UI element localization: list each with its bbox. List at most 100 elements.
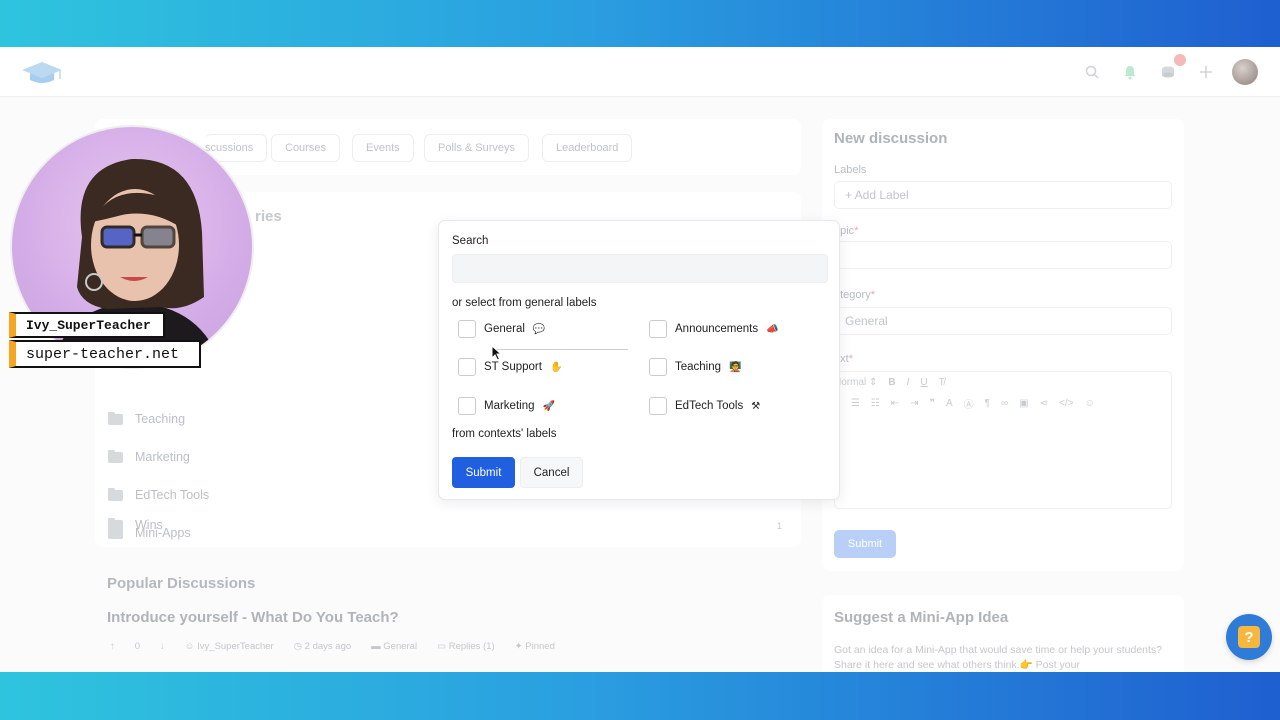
label-option-teaching[interactable]: Teaching 🧑‍🏫 xyxy=(649,358,742,376)
modal-cancel-button[interactable]: Cancel xyxy=(520,457,583,488)
hover-divider xyxy=(493,349,628,350)
checkbox[interactable] xyxy=(649,320,667,338)
category-label: EdTech Tools xyxy=(135,488,210,502)
modal-submit-button[interactable]: Submit xyxy=(452,457,515,488)
folder-icon xyxy=(108,517,123,531)
label-option-announcements[interactable]: Announcements 📣 xyxy=(649,320,779,338)
label-option-edtech-tools[interactable]: EdTech Tools ⚒ xyxy=(649,397,760,415)
label-option-general[interactable]: General 💬 xyxy=(458,320,545,338)
new-discussion-submit-button[interactable]: Submit xyxy=(834,530,896,558)
labels-label: Labels xyxy=(834,164,867,176)
checkbox[interactable] xyxy=(649,358,667,376)
presenter-site: super-teacher.net xyxy=(9,340,201,368)
user-avatar[interactable] xyxy=(1232,59,1258,85)
downvote-icon[interactable]: ↓ xyxy=(160,641,165,652)
bold-icon[interactable]: B xyxy=(888,377,895,388)
new-discussion-card: New discussion Labels + Add Label opic* … xyxy=(822,119,1184,571)
ordered-list-icon[interactable]: ☰ xyxy=(851,398,860,409)
indent-icon[interactable]: ⇥ xyxy=(910,398,918,409)
pinned: ✦ Pinned xyxy=(514,641,555,652)
vote-count: 0 xyxy=(134,641,141,652)
pinned-text: Pinned xyxy=(525,641,555,652)
image-icon[interactable]: ▣ xyxy=(1019,398,1028,409)
category-label: ategory* xyxy=(834,289,875,301)
rocket-icon: 🚀 xyxy=(542,400,555,412)
code-icon[interactable]: </> xyxy=(1059,398,1073,409)
add-label-field[interactable]: + Add Label xyxy=(834,181,1172,209)
discussion-category[interactable]: ▬ General xyxy=(371,641,417,652)
highlight-icon[interactable]: Ⓐ xyxy=(964,396,974,411)
category-label: Teaching xyxy=(135,412,186,426)
bullet-list-icon[interactable]: ☷ xyxy=(871,398,880,409)
direction-icon[interactable]: ¶ xyxy=(985,398,990,409)
text-color-icon[interactable]: A xyxy=(946,398,953,409)
outdent-icon[interactable]: ⇤ xyxy=(891,398,899,409)
megaphone-icon: 📣 xyxy=(766,323,779,335)
category-label: Wins xyxy=(135,518,163,532)
label-search-input[interactable] xyxy=(452,254,828,283)
mini-app-card: Suggest a Mini-App Idea Got an idea for … xyxy=(822,595,1184,672)
underline-icon[interactable]: U xyxy=(920,377,927,388)
option-label: Announcements xyxy=(675,323,759,335)
discussion-title[interactable]: Introduce yourself - What Do You Teach? xyxy=(107,609,399,626)
help-button[interactable]: ? xyxy=(1226,614,1272,660)
tab-leaderboard[interactable]: Leaderboard xyxy=(542,134,633,162)
presenter-name: Ivy_SuperTeacher xyxy=(9,312,165,338)
checkbox[interactable] xyxy=(458,320,476,338)
tab-label: Polls & Surveys xyxy=(438,142,516,154)
plus-icon[interactable] xyxy=(1194,60,1218,84)
folder-icon xyxy=(108,487,123,501)
editor-toolbar-row-2: ≡ ☰ ☷ ⇤ ⇥ ❞ A Ⓐ ¶ ∞ ▣ ⋖ </> ☺ xyxy=(834,396,1095,411)
category-text: General xyxy=(383,641,418,652)
topic-input[interactable] xyxy=(834,241,1172,269)
category-select[interactable]: General xyxy=(834,307,1172,335)
contexts-labels-heading: from contexts' labels xyxy=(452,428,557,440)
tools-icon: ⚒ xyxy=(751,400,761,412)
text-editor[interactable] xyxy=(834,371,1172,509)
replies[interactable]: ▭ Replies (1) xyxy=(437,641,495,652)
format-select[interactable]: Normal ⇕ xyxy=(834,377,877,388)
category-item-edtech-tools[interactable]: EdTech Tools xyxy=(108,487,210,502)
author-name: Ivy_SuperTeacher xyxy=(197,641,274,652)
checkbox[interactable] xyxy=(458,358,476,376)
category-item-teaching[interactable]: Teaching xyxy=(108,411,186,426)
label-option-marketing[interactable]: Marketing 🚀 xyxy=(458,397,555,415)
mini-app-title: Suggest a Mini-App Idea xyxy=(834,609,1009,626)
time-text: 2 days ago xyxy=(304,641,352,652)
share-icon[interactable]: ⋖ xyxy=(1040,398,1048,409)
option-label: Teaching xyxy=(675,361,722,373)
graduation-cap-logo-icon[interactable] xyxy=(20,59,64,87)
coins-icon[interactable] xyxy=(1156,54,1186,84)
quote-icon[interactable]: ❞ xyxy=(930,398,935,409)
new-discussion-title: New discussion xyxy=(834,130,948,147)
time-ago: ◷ 2 days ago xyxy=(293,641,352,652)
editor-toolbar-row-1: Normal ⇕ B I U T̸ xyxy=(834,377,945,388)
category-count: 1 xyxy=(777,521,783,531)
question-icon: ? xyxy=(1238,626,1260,648)
video-bottom-band xyxy=(0,672,1280,720)
tab-events[interactable]: Events xyxy=(352,134,414,162)
italic-icon[interactable]: I xyxy=(907,377,910,388)
bell-icon[interactable] xyxy=(1118,60,1142,84)
replies-text: Replies (1) xyxy=(448,641,495,652)
tab-courses[interactable]: Courses xyxy=(271,134,340,162)
link-icon[interactable]: ∞ xyxy=(1001,398,1008,409)
mouse-cursor-icon xyxy=(491,345,503,361)
category-item-wins[interactable]: Wins xyxy=(108,517,163,532)
top-navbar xyxy=(0,47,1280,97)
option-label: EdTech Tools xyxy=(675,400,744,412)
clear-format-icon[interactable]: T̸ xyxy=(939,377,945,388)
checkbox[interactable] xyxy=(458,397,476,415)
checkbox[interactable] xyxy=(649,397,667,415)
general-labels-heading: or select from general labels xyxy=(452,297,597,309)
emoji-icon[interactable]: ☺ xyxy=(1084,398,1094,409)
search-icon[interactable] xyxy=(1080,60,1104,84)
folder-icon xyxy=(108,449,123,463)
author[interactable]: ☺ Ivy_SuperTeacher xyxy=(185,641,274,652)
tab-label: Leaderboard xyxy=(556,142,619,154)
upvote-icon[interactable]: ↑ xyxy=(110,641,115,652)
label-option-st-support[interactable]: ST Support ✋ xyxy=(458,358,562,376)
folder-icon xyxy=(108,411,123,425)
category-item-marketing[interactable]: Marketing xyxy=(108,449,190,464)
tab-polls-surveys[interactable]: Polls & Surveys xyxy=(424,134,530,162)
